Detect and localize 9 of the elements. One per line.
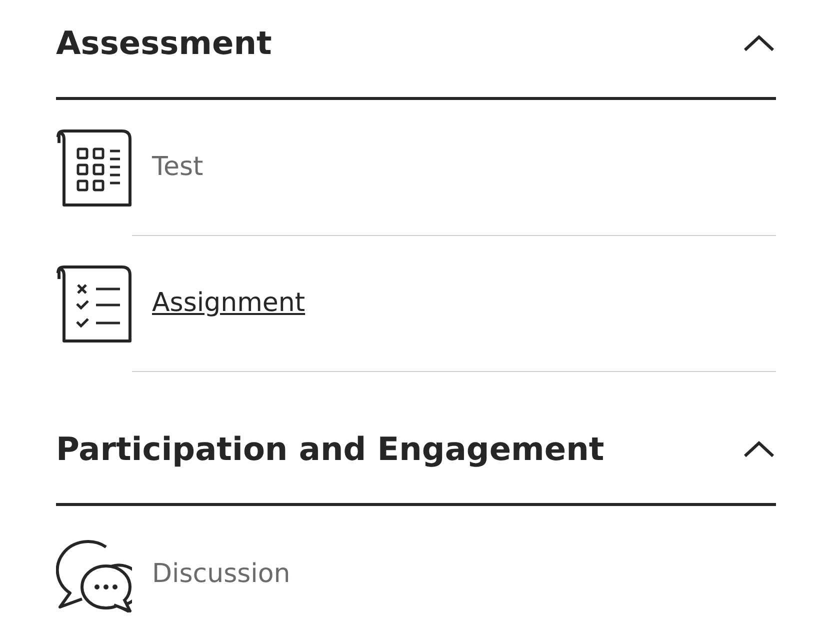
section-title: Participation and Engagement — [56, 429, 604, 470]
chevron-icon — [743, 440, 775, 458]
calculator-sheet-icon — [56, 128, 132, 206]
item-link[interactable]: Test — [152, 148, 204, 187]
item-link[interactable]: Assignment — [152, 284, 306, 323]
chevron-icon — [743, 34, 775, 52]
item-link[interactable]: Discussion — [152, 554, 290, 594]
section-title: Assessment — [56, 23, 272, 64]
checklist-icon — [56, 264, 132, 342]
